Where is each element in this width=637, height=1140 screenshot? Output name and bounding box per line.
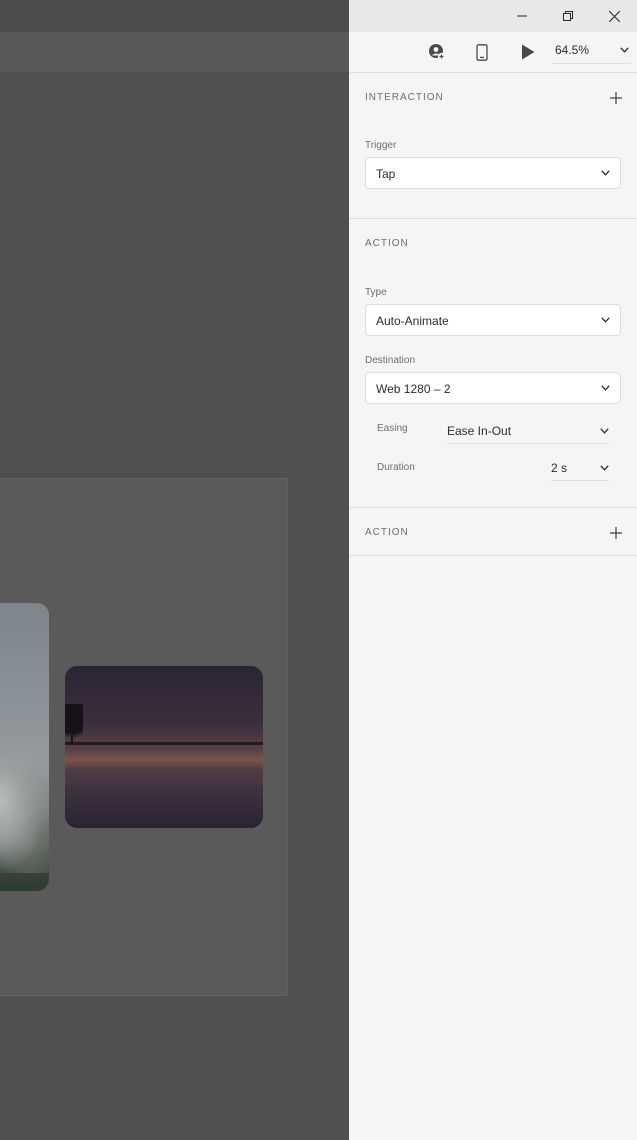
- section-divider: [349, 555, 637, 556]
- action2-section-title: ACTION: [365, 527, 409, 538]
- design-canvas: [0, 0, 349, 1140]
- easing-label: Easing: [377, 423, 408, 434]
- minimize-button[interactable]: [499, 0, 545, 32]
- canvas-toolbar-strip: [0, 32, 349, 72]
- photo-tree-silhouette: [65, 704, 83, 750]
- destination-select[interactable]: Web 1280 – 2: [365, 372, 621, 404]
- trigger-select[interactable]: Tap: [365, 157, 621, 189]
- play-icon: [522, 44, 535, 60]
- zoom-value: 64.5%: [555, 43, 590, 57]
- preview-toolbar: 64.5%: [349, 32, 637, 73]
- photo-mountain-thumbnail[interactable]: [0, 603, 49, 891]
- chevron-down-icon: [601, 170, 610, 176]
- close-icon: [608, 10, 620, 22]
- play-button[interactable]: [516, 40, 540, 64]
- chevron-down-icon: [620, 47, 629, 53]
- share-user-button[interactable]: [425, 40, 449, 64]
- easing-select[interactable]: Ease In-Out: [447, 420, 609, 444]
- type-value: Auto-Animate: [376, 314, 449, 328]
- photo-sunset-thumbnail[interactable]: [65, 666, 263, 828]
- section-divider: [349, 218, 637, 219]
- chevron-down-icon: [600, 465, 609, 471]
- minimize-icon: [517, 15, 527, 17]
- destination-label: Destination: [365, 355, 416, 366]
- duration-label: Duration: [377, 462, 415, 473]
- add-action-icon[interactable]: [609, 526, 623, 540]
- type-label: Type: [365, 287, 387, 298]
- action-section-title: ACTION: [365, 238, 409, 249]
- duration-select[interactable]: 2 s: [551, 457, 609, 481]
- photo-tree-trunk: [71, 726, 73, 744]
- duration-value: 2 s: [551, 461, 568, 475]
- prototype-inspector-panel: 64.5% INTERACTION Trigger Tap ACTION Typ…: [349, 0, 637, 1140]
- device-preview-button[interactable]: [470, 40, 494, 64]
- photo-horizon: [65, 742, 263, 745]
- trigger-label: Trigger: [365, 140, 397, 151]
- device-preview-icon: [476, 43, 488, 61]
- close-button[interactable]: [591, 0, 637, 32]
- easing-value: Ease In-Out: [447, 424, 512, 438]
- chevron-down-icon: [600, 428, 609, 434]
- share-user-icon: [429, 44, 446, 61]
- restore-icon: [563, 11, 573, 21]
- section-divider: [349, 507, 637, 508]
- type-select[interactable]: Auto-Animate: [365, 304, 621, 336]
- chevron-down-icon: [601, 385, 610, 391]
- destination-value: Web 1280 – 2: [376, 382, 451, 396]
- canvas-title-strip: [0, 0, 349, 32]
- add-interaction-icon[interactable]: [609, 91, 623, 105]
- trigger-value: Tap: [376, 167, 396, 181]
- photo-snow-detail: [0, 753, 49, 873]
- chevron-down-icon: [601, 317, 610, 323]
- window-titlebar: [349, 0, 637, 32]
- zoom-select[interactable]: 64.5%: [551, 40, 631, 64]
- restore-button[interactable]: [545, 0, 591, 32]
- interaction-section-title: INTERACTION: [365, 92, 444, 103]
